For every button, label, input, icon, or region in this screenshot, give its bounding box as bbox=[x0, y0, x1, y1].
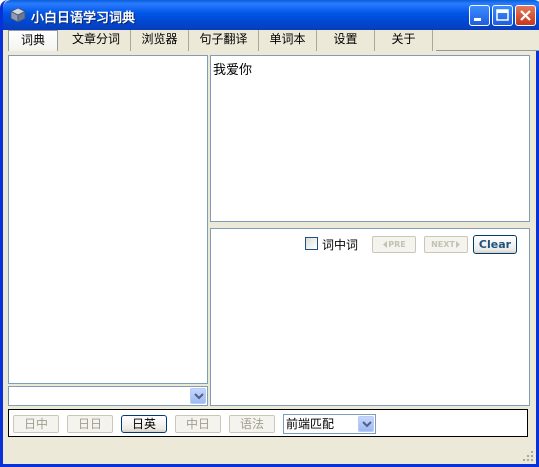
maximize-icon bbox=[496, 9, 509, 21]
match-mode-dropdown-button[interactable] bbox=[358, 416, 374, 432]
tab-about[interactable]: 关于 bbox=[375, 30, 433, 51]
status-bar bbox=[3, 441, 536, 464]
close-icon bbox=[520, 10, 531, 21]
mode-ja-ja-button[interactable]: 日日 bbox=[67, 415, 113, 433]
tab-dictionary[interactable]: 词典 bbox=[8, 30, 58, 51]
mode-grammar-button[interactable]: 语法 bbox=[229, 415, 275, 433]
history-combo[interactable] bbox=[8, 386, 208, 406]
tab-bar: 词典 文章分词 浏览器 句子翻译 单词本 设置 关于 bbox=[6, 30, 539, 51]
search-input[interactable]: 我爱你 bbox=[210, 55, 530, 222]
previous-button-label: PRE bbox=[388, 240, 406, 249]
match-mode-value: 前端匹配 bbox=[286, 417, 335, 431]
next-button[interactable]: NEXT bbox=[424, 236, 468, 253]
tab-browser[interactable]: 浏览器 bbox=[131, 30, 189, 51]
result-area[interactable] bbox=[210, 228, 530, 406]
tab-wordbook[interactable]: 单词本 bbox=[259, 30, 317, 51]
tab-label: 句子翻译 bbox=[199, 32, 248, 46]
resize-grip-icon[interactable] bbox=[523, 451, 534, 462]
word-list[interactable] bbox=[8, 55, 208, 384]
previous-button[interactable]: PRE bbox=[372, 236, 416, 253]
tab-article-segmentation[interactable]: 文章分词 bbox=[62, 30, 131, 51]
search-input-text: 我爱你 bbox=[213, 63, 253, 78]
chevron-down-icon bbox=[362, 421, 372, 428]
tab-sentence-translation[interactable]: 句子翻译 bbox=[189, 30, 259, 51]
app-cube-icon bbox=[10, 7, 26, 23]
mode-ja-en-button[interactable]: 日英 bbox=[121, 415, 167, 433]
in-word-checkbox[interactable] bbox=[305, 237, 318, 250]
close-button[interactable] bbox=[515, 5, 536, 26]
tab-label: 关于 bbox=[391, 32, 416, 46]
match-mode-select[interactable]: 前端匹配 bbox=[283, 414, 376, 434]
tab-label: 文章分词 bbox=[71, 32, 120, 46]
in-word-label: 词中词 bbox=[322, 238, 359, 252]
minimize-button[interactable] bbox=[469, 5, 490, 26]
chevron-right-icon bbox=[455, 241, 460, 248]
window-title: 小白日语学习词典 bbox=[31, 11, 136, 26]
tab-label: 浏览器 bbox=[141, 32, 178, 46]
title-bar[interactable]: 小白日语学习词典 bbox=[3, 0, 539, 30]
tab-label: 单词本 bbox=[269, 32, 306, 46]
minimize-icon bbox=[474, 18, 481, 21]
next-button-label: NEXT bbox=[431, 240, 455, 249]
mode-toolbar: 日中 日日 日英 中日 语法 前端匹配 bbox=[8, 409, 528, 437]
clear-button[interactable]: Clear bbox=[473, 235, 517, 254]
mode-ja-zh-button[interactable]: 日中 bbox=[13, 415, 59, 433]
tab-label: 词典 bbox=[20, 33, 45, 47]
mode-zh-ja-button[interactable]: 中日 bbox=[175, 415, 221, 433]
tab-settings[interactable]: 设置 bbox=[317, 30, 375, 51]
history-dropdown-button[interactable] bbox=[190, 388, 206, 404]
tab-label: 设置 bbox=[333, 32, 358, 46]
chevron-down-icon bbox=[194, 393, 204, 400]
tab-bar-filler bbox=[436, 30, 539, 51]
maximize-button[interactable] bbox=[492, 5, 513, 26]
